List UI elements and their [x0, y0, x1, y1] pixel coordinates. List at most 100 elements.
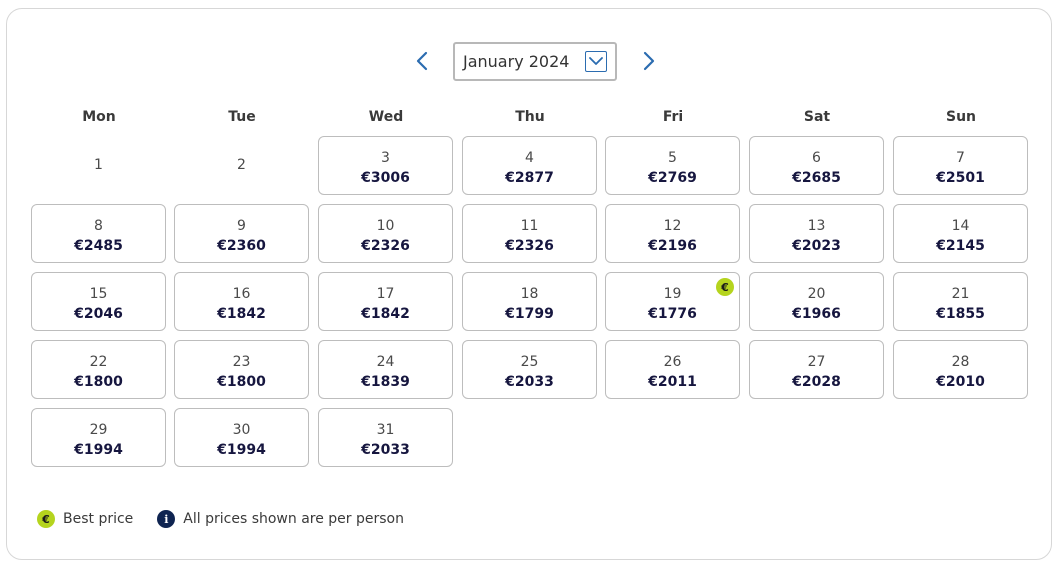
day-cell-10[interactable]: 10 €2326 [318, 204, 453, 263]
day-cell-12[interactable]: 12 €2196 [605, 204, 740, 263]
day-price: €2196 [648, 238, 697, 254]
day-cell-26[interactable]: 26 €2011 [605, 340, 740, 399]
day-number: 14 [951, 218, 970, 234]
day-price: €2010 [936, 374, 985, 390]
day-number: 1 [94, 157, 103, 173]
day-price: €2145 [936, 238, 985, 254]
day-cell-3[interactable]: 3 €3006 [318, 136, 453, 195]
day-cell-20[interactable]: 20 €1966 [749, 272, 884, 331]
day-number: 8 [94, 218, 103, 234]
day-price: €2501 [936, 170, 985, 186]
day-cell-11[interactable]: 11 €2326 [462, 204, 597, 263]
weekday-thu: Thu [515, 109, 545, 125]
chevron-left-icon [416, 51, 428, 71]
day-number: 9 [237, 218, 246, 234]
day-price: €1800 [74, 374, 123, 390]
day-cell-23[interactable]: 23 €1800 [174, 340, 309, 399]
day-price: €2685 [792, 170, 841, 186]
day-number: 24 [376, 354, 395, 370]
day-cell-14[interactable]: 14 €2145 [893, 204, 1028, 263]
day-cell-16[interactable]: 16 €1842 [174, 272, 309, 331]
day-cell-30[interactable]: 30 €1994 [174, 408, 309, 467]
day-price: €3006 [361, 170, 410, 186]
day-number: 23 [232, 354, 251, 370]
day-price: €1966 [792, 306, 841, 322]
day-number: 15 [89, 286, 108, 302]
day-number: 3 [381, 150, 390, 166]
day-price: €2485 [74, 238, 123, 254]
day-cell-2: 2 [174, 136, 309, 195]
day-cell-5[interactable]: 5 €2769 [605, 136, 740, 195]
day-cell-1: 1 [31, 136, 166, 195]
day-number: 27 [807, 354, 826, 370]
day-cell-13[interactable]: 13 €2023 [749, 204, 884, 263]
day-price: €1776 [648, 306, 697, 322]
day-price: €1842 [361, 306, 410, 322]
day-number: 21 [951, 286, 970, 302]
day-number: 30 [232, 422, 251, 438]
day-cell-15[interactable]: 15 €2046 [31, 272, 166, 331]
day-number: 10 [376, 218, 395, 234]
day-cell-21[interactable]: 21 €1855 [893, 272, 1028, 331]
day-cell-9[interactable]: 9 €2360 [174, 204, 309, 263]
day-price: €1994 [217, 442, 266, 458]
day-cell-4[interactable]: 4 €2877 [462, 136, 597, 195]
day-number: 5 [668, 150, 677, 166]
chevron-right-icon [643, 51, 655, 71]
day-number: 18 [520, 286, 539, 302]
day-price: €2046 [74, 306, 123, 322]
day-price: €1842 [217, 306, 266, 322]
day-number: 12 [663, 218, 682, 234]
day-cell-29[interactable]: 29 €1994 [31, 408, 166, 467]
day-cell-6[interactable]: 6 €2685 [749, 136, 884, 195]
day-number: 17 [376, 286, 395, 302]
day-cell-24[interactable]: 24 €1839 [318, 340, 453, 399]
day-number: 13 [807, 218, 826, 234]
weekday-fri: Fri [662, 109, 684, 125]
day-cell-7[interactable]: 7 €2501 [893, 136, 1028, 195]
day-price: €1839 [361, 374, 410, 390]
day-cell-19[interactable]: 19 €1776 € [605, 272, 740, 331]
day-number: 2 [237, 157, 246, 173]
month-select[interactable]: January 2024 [453, 42, 617, 81]
weekday-sun: Sun [945, 109, 977, 125]
day-number: 29 [89, 422, 108, 438]
previous-month-button[interactable] [411, 50, 433, 72]
dropdown-caret[interactable] [585, 51, 607, 72]
day-cell-25[interactable]: 25 €2033 [462, 340, 597, 399]
chevron-down-icon [589, 57, 603, 65]
day-number: 28 [951, 354, 970, 370]
day-number: 22 [89, 354, 108, 370]
day-cell-8[interactable]: 8 €2485 [31, 204, 166, 263]
day-number: 31 [376, 422, 395, 438]
calendar-panel: January 2024 Mon Tue Wed Thu Fri Sat Sun 1 2 3 €3… [6, 8, 1052, 560]
day-cell-17[interactable]: 17 €1842 [318, 272, 453, 331]
day-cell-18[interactable]: 18 €1799 [462, 272, 597, 331]
day-price: €2326 [361, 238, 410, 254]
weekday-mon: Mon [82, 109, 116, 125]
day-price: €1994 [74, 442, 123, 458]
day-cell-28[interactable]: 28 €2010 [893, 340, 1028, 399]
day-number: 11 [520, 218, 539, 234]
day-number: 20 [807, 286, 826, 302]
day-cell-22[interactable]: 22 €1800 [31, 340, 166, 399]
day-price: €2360 [217, 238, 266, 254]
day-cell-31[interactable]: 31 €2033 [318, 408, 453, 467]
day-number: 4 [525, 150, 534, 166]
info-icon[interactable]: i [157, 510, 176, 528]
legend-best-price-label: Best price [63, 511, 134, 527]
month-select-value: January 2024 [463, 52, 570, 71]
day-price: €2028 [792, 374, 841, 390]
legend-best-price: € Best price [37, 510, 133, 528]
day-number: 25 [520, 354, 539, 370]
legend: € Best price i All prices shown are per … [37, 509, 428, 529]
legend-per-person: i All prices shown are per person [157, 510, 404, 528]
day-price: €1855 [936, 306, 985, 322]
weekday-tue: Tue [228, 109, 256, 125]
day-price: €1799 [505, 306, 554, 322]
day-cell-27[interactable]: 27 €2028 [749, 340, 884, 399]
next-month-button[interactable] [638, 50, 660, 72]
euro-badge-icon: € [716, 278, 734, 296]
day-number: 16 [232, 286, 251, 302]
day-number: 7 [956, 150, 965, 166]
